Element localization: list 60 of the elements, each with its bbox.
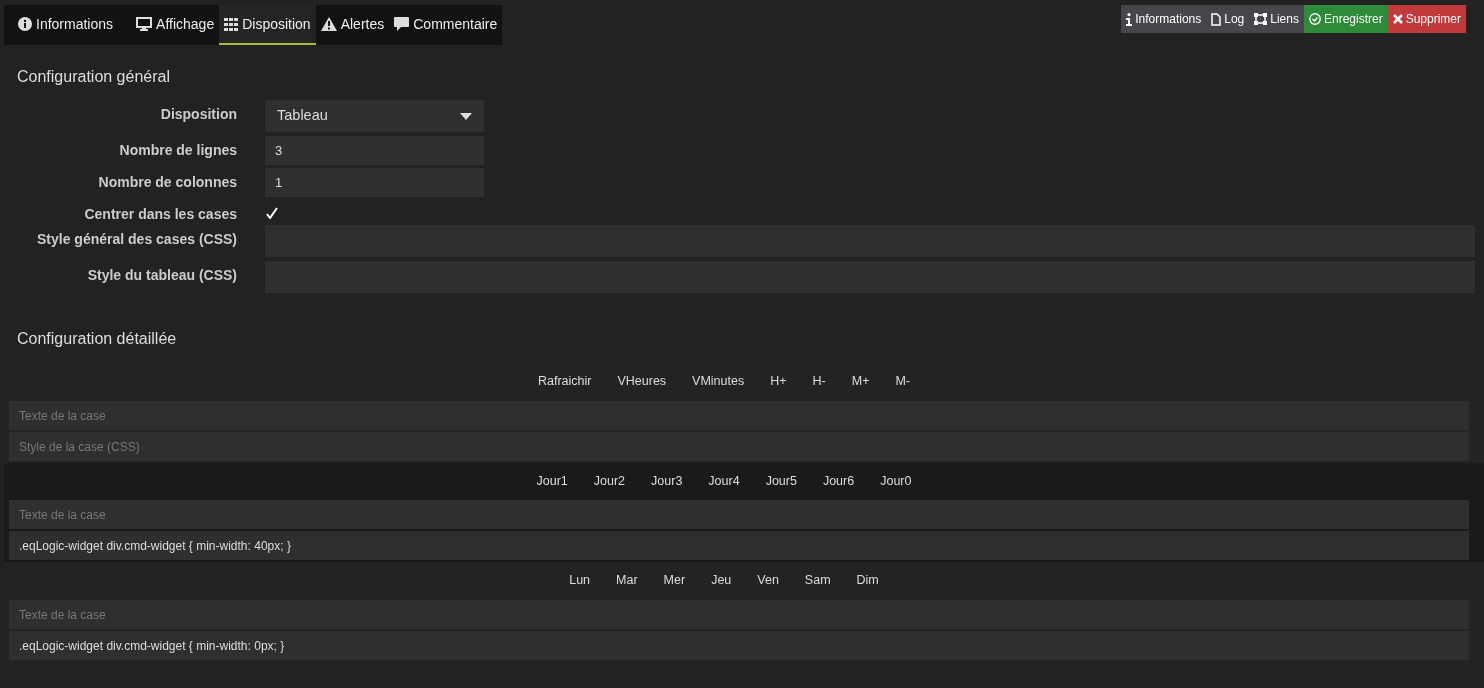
tab[interactable]: Commentaire	[389, 5, 503, 45]
command-label: Dim	[856, 571, 879, 589]
command-label: Lun	[569, 571, 591, 589]
input-field[interactable]: .eqLogic-widget div.cmd-widget { min-width: 40px; }	[9, 531, 1469, 560]
file-icon	[1211, 12, 1222, 26]
tab[interactable]: Affichage	[131, 5, 220, 45]
comment-icon	[394, 17, 410, 31]
action-button[interactable]: Log	[1206, 5, 1250, 33]
field-label: Centrer dans les cases	[83, 205, 237, 224]
number-field[interactable]: 1	[265, 168, 484, 197]
warning-icon	[320, 17, 337, 31]
tab[interactable]: Disposition	[219, 5, 316, 45]
command-label: Jour1	[536, 472, 568, 490]
info-icon	[1126, 12, 1133, 26]
check-circle-icon	[1308, 13, 1321, 25]
field-label: Style du tableau (CSS)	[86, 266, 237, 285]
command-label: H-	[812, 372, 826, 390]
action-button[interactable]: Liens	[1249, 5, 1304, 33]
command-label: Jour3	[651, 472, 683, 490]
close-icon	[1392, 14, 1403, 24]
action-button[interactable]: Enregistrer	[1303, 5, 1388, 33]
input-field[interactable]: Texte de la case	[9, 500, 1469, 529]
action-button[interactable]: Informations	[1121, 5, 1207, 33]
dropdown[interactable]: Tableau	[265, 100, 484, 132]
command-label: Jour4	[708, 472, 740, 490]
info-icon	[18, 17, 32, 31]
command-label: VMinutes	[692, 372, 745, 390]
tab[interactable]: Alertes	[315, 5, 390, 45]
command-label: H+	[770, 372, 787, 390]
section-title: Configuration détaillée	[17, 329, 178, 349]
input-field[interactable]: Texte de la case	[9, 401, 1469, 430]
command-label: Ven	[757, 571, 779, 589]
caret-icon	[460, 112, 472, 120]
tab[interactable]: Informations	[4, 5, 132, 45]
command-label: Jour2	[593, 472, 626, 490]
command-label: M+	[851, 372, 870, 390]
checkbox[interactable]	[265, 206, 279, 220]
command-label: VHeures	[617, 372, 667, 390]
command-label: Mar	[616, 571, 638, 589]
field-label: Disposition	[159, 105, 237, 124]
command-label: Jour5	[765, 472, 797, 490]
monitor-icon	[136, 17, 153, 31]
command-label: Jeu	[711, 571, 732, 589]
number-field[interactable]: 3	[265, 136, 484, 165]
command-label: Jour0	[880, 472, 912, 490]
field-label: Nombre de colonnes	[97, 173, 237, 192]
field-label: Style général des cases (CSS)	[36, 230, 237, 249]
command-label: Sam	[804, 571, 831, 589]
command-label: Jour6	[822, 472, 855, 490]
grid-icon	[224, 17, 239, 31]
input-field[interactable]: .eqLogic-widget div.cmd-widget { min-width: 0px; }	[9, 631, 1469, 660]
field-label: Nombre de lignes	[118, 141, 237, 160]
input-field[interactable]: Texte de la case	[9, 600, 1469, 629]
command-label: M-	[895, 372, 911, 390]
links-icon	[1254, 13, 1268, 25]
section-title: Configuration général	[17, 67, 171, 87]
action-button[interactable]: Supprimer	[1387, 5, 1466, 33]
command-label: Mer	[663, 571, 686, 589]
command-label: Rafraichir	[537, 372, 592, 390]
input-field[interactable]: Style de la case (CSS)	[9, 432, 1469, 461]
